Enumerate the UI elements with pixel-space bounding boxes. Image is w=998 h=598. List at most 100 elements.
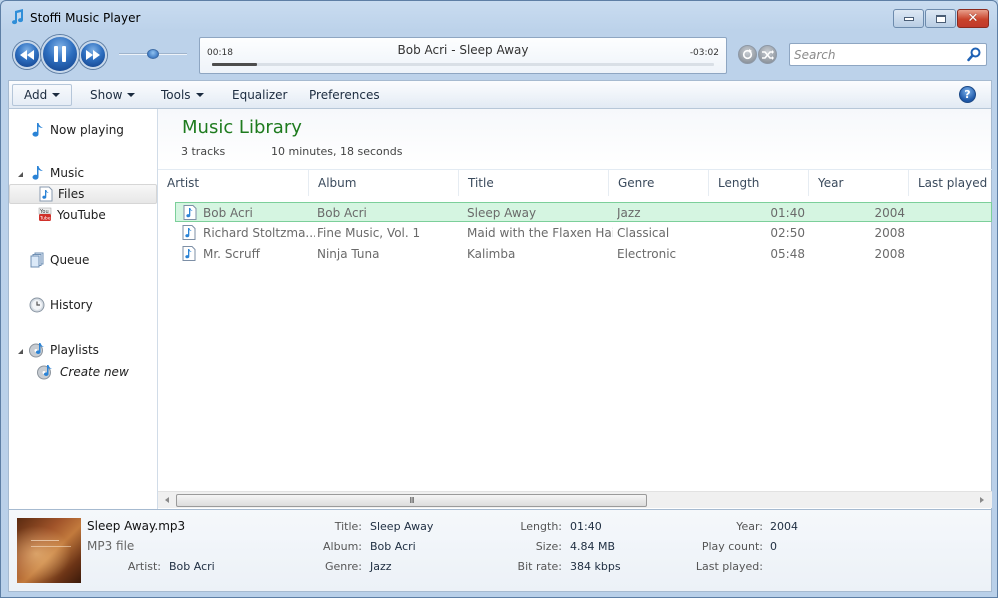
track-count: 3 tracks bbox=[181, 145, 226, 158]
tools-menu-button[interactable]: Tools bbox=[150, 84, 215, 106]
sidebar-item-music[interactable]: Music bbox=[9, 163, 157, 183]
navigation-sidebar: Now playing Music Files You Tube YouTube … bbox=[8, 109, 158, 509]
album-value: Bob Acri bbox=[370, 540, 416, 553]
create-playlist-button[interactable]: Create new bbox=[9, 362, 157, 382]
horizontal-scrollbar[interactable]: III bbox=[158, 491, 992, 508]
sidebar-item-label: Create new bbox=[60, 365, 129, 379]
equalizer-button[interactable]: Equalizer bbox=[221, 84, 298, 106]
track-row[interactable]: Bob Acri Bob Acri Sleep Away Jazz 01:40 … bbox=[175, 202, 992, 222]
artist-label: Artist: bbox=[127, 560, 161, 573]
cell-length: 02:50 bbox=[770, 226, 805, 240]
scroll-right-icon[interactable] bbox=[980, 497, 984, 503]
size-label: Size: bbox=[535, 540, 562, 553]
svg-text:Tube: Tube bbox=[39, 216, 51, 222]
column-header-album[interactable]: Album bbox=[309, 170, 459, 196]
sidebar-item-youtube[interactable]: You Tube YouTube bbox=[9, 205, 157, 225]
preferences-button[interactable]: Preferences bbox=[298, 84, 391, 106]
volume-slider[interactable] bbox=[119, 49, 187, 59]
previous-button[interactable] bbox=[13, 41, 41, 69]
clock-icon bbox=[29, 297, 45, 313]
music-library-view: Music Library 3 tracks 10 minutes, 18 se… bbox=[158, 109, 992, 509]
scrollbar-thumb[interactable]: III bbox=[176, 494, 647, 507]
repeat-icon bbox=[742, 49, 753, 60]
sidebar-item-now-playing[interactable]: Now playing bbox=[9, 120, 157, 140]
column-header-length[interactable]: Length bbox=[709, 170, 809, 196]
column-header-title[interactable]: Title bbox=[459, 170, 609, 196]
audio-file-icon bbox=[182, 246, 196, 261]
total-duration: 10 minutes, 18 seconds bbox=[271, 145, 403, 158]
cell-length: 01:40 bbox=[770, 206, 805, 220]
now-playing-display: 00:18 Bob Acri - Sleep Away -03:02 bbox=[199, 37, 727, 74]
cell-title: Sleep Away bbox=[467, 206, 537, 220]
genre-label: Genre: bbox=[324, 560, 362, 573]
sidebar-item-history[interactable]: History bbox=[9, 295, 157, 315]
column-header-last-played[interactable]: Last played bbox=[909, 170, 992, 196]
close-button[interactable]: ✕ bbox=[957, 9, 989, 28]
music-note-icon bbox=[32, 123, 43, 137]
maximize-button[interactable] bbox=[925, 9, 956, 28]
file-name: Sleep Away.mp3 bbox=[87, 519, 186, 533]
preferences-label: Preferences bbox=[309, 88, 380, 102]
show-menu-button[interactable]: Show bbox=[79, 84, 146, 106]
column-header-genre[interactable]: Genre bbox=[609, 170, 709, 196]
column-header-artist[interactable]: Artist bbox=[158, 170, 309, 196]
pause-button[interactable] bbox=[41, 35, 79, 73]
length-value: 01:40 bbox=[570, 520, 602, 533]
bitrate-value: 384 kbps bbox=[570, 560, 621, 573]
window-title: Stoffi Music Player bbox=[30, 11, 141, 25]
column-header-year[interactable]: Year bbox=[809, 170, 909, 196]
play-count-label: Play count: bbox=[701, 540, 763, 553]
sidebar-item-label: Queue bbox=[50, 253, 90, 267]
track-row[interactable]: Richard Stoltzma... Fine Music, Vol. 1 M… bbox=[175, 223, 992, 243]
sidebar-item-playlists[interactable]: Playlists bbox=[9, 340, 157, 360]
youtube-icon: YouTube bbox=[38, 207, 52, 222]
sidebar-item-label: History bbox=[50, 298, 93, 312]
minimize-button[interactable] bbox=[893, 9, 924, 28]
search-input[interactable] bbox=[794, 46, 964, 63]
app-window: Stoffi Music Player ✕ 00:18 Bob Acri - S… bbox=[0, 0, 998, 598]
cell-title: Kalimba bbox=[467, 247, 516, 261]
next-button[interactable] bbox=[79, 41, 107, 69]
seek-bar[interactable] bbox=[212, 63, 714, 66]
help-icon[interactable]: ? bbox=[959, 86, 976, 103]
cell-title: Maid with the Flaxen Hair bbox=[467, 226, 613, 240]
scroll-left-icon[interactable] bbox=[165, 497, 169, 503]
cell-year: 2008 bbox=[874, 226, 905, 240]
music-note-icon bbox=[12, 9, 24, 25]
sidebar-item-label: Files bbox=[58, 187, 85, 201]
add-menu-button[interactable]: Add bbox=[12, 84, 73, 106]
next-icon bbox=[86, 50, 100, 60]
sidebar-item-files[interactable]: Files bbox=[9, 184, 157, 204]
track-details-pane: Sleep Away.mp3 MP3 file Artist: Bob Acri… bbox=[8, 509, 992, 592]
title-bar: Stoffi Music Player ✕ bbox=[1, 1, 997, 33]
sidebar-item-label: Playlists bbox=[50, 343, 99, 357]
cell-genre: Classical bbox=[617, 226, 670, 240]
playlist-icon bbox=[37, 365, 52, 380]
play-count-value: 0 bbox=[770, 540, 777, 553]
cell-last-played bbox=[917, 223, 993, 243]
add-menu-label: Add bbox=[24, 88, 48, 102]
remaining-time: -03:02 bbox=[689, 48, 719, 58]
track-row[interactable]: Mr. Scruff Ninja Tuna Kalimba Electronic… bbox=[175, 244, 992, 264]
sidebar-item-queue[interactable]: Queue bbox=[9, 250, 157, 270]
page-title: Music Library bbox=[182, 117, 302, 138]
volume-slider-thumb[interactable] bbox=[147, 49, 159, 59]
album-label: Album: bbox=[323, 540, 362, 553]
audio-file-icon bbox=[183, 205, 197, 220]
repeat-button[interactable] bbox=[738, 45, 757, 64]
cell-artist: Mr. Scruff bbox=[203, 247, 260, 261]
year-value: 2004 bbox=[770, 520, 798, 533]
artist-value: Bob Acri bbox=[169, 560, 215, 573]
shuffle-button[interactable] bbox=[758, 45, 777, 64]
cell-last-played bbox=[917, 244, 993, 264]
length-label: Length: bbox=[520, 520, 562, 533]
seek-bar-progress bbox=[212, 63, 258, 66]
music-note-icon bbox=[32, 166, 43, 180]
bitrate-label: Bit rate: bbox=[517, 560, 562, 573]
close-icon: ✕ bbox=[967, 11, 979, 26]
dropdown-arrow-icon bbox=[195, 93, 204, 97]
transport-controls bbox=[11, 35, 109, 73]
pause-icon bbox=[54, 46, 66, 62]
search-icon[interactable] bbox=[967, 47, 981, 62]
dropdown-arrow-icon bbox=[127, 93, 136, 97]
